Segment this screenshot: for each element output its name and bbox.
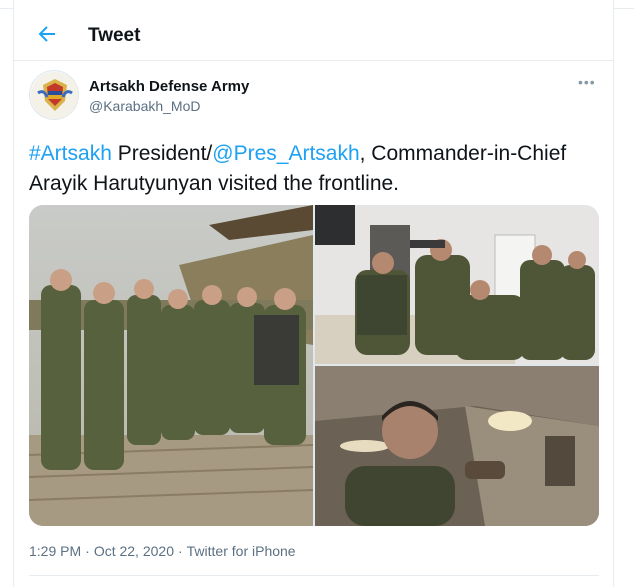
author-handle[interactable]: @Karabakh_MoD: [89, 98, 201, 114]
bottom-divider: [29, 575, 599, 576]
hashtag-link[interactable]: #Artsakh: [29, 142, 112, 165]
photo-group-soldiers[interactable]: [29, 205, 313, 526]
tweet-text: #Artsakh President/@Pres_Artsakh, Comman…: [29, 139, 589, 199]
page-title: Tweet: [88, 25, 141, 46]
avatar[interactable]: [29, 70, 79, 120]
tweet-date[interactable]: Oct 22, 2020: [94, 543, 174, 559]
tweet-time[interactable]: 1:29 PM: [29, 543, 81, 559]
page-header: Tweet: [13, 9, 614, 61]
meta-separator: ·: [177, 543, 183, 559]
tweet-meta: 1:29 PM · Oct 22, 2020 · Twitter for iPhone: [29, 543, 296, 559]
photo-trench[interactable]: [315, 366, 599, 526]
tweet-text-part: President/: [111, 142, 213, 165]
photo-map-room[interactable]: [315, 205, 599, 364]
author-name[interactable]: Artsakh Defense Army: [89, 78, 249, 95]
media-grid: [29, 205, 599, 526]
more-options-icon[interactable]: •••: [578, 75, 596, 89]
mention-link[interactable]: @Pres_Artsakh: [212, 142, 359, 165]
meta-separator: ·: [85, 543, 90, 559]
tweet-source-link[interactable]: Twitter for iPhone: [187, 543, 296, 559]
back-arrow-icon[interactable]: [35, 22, 59, 46]
